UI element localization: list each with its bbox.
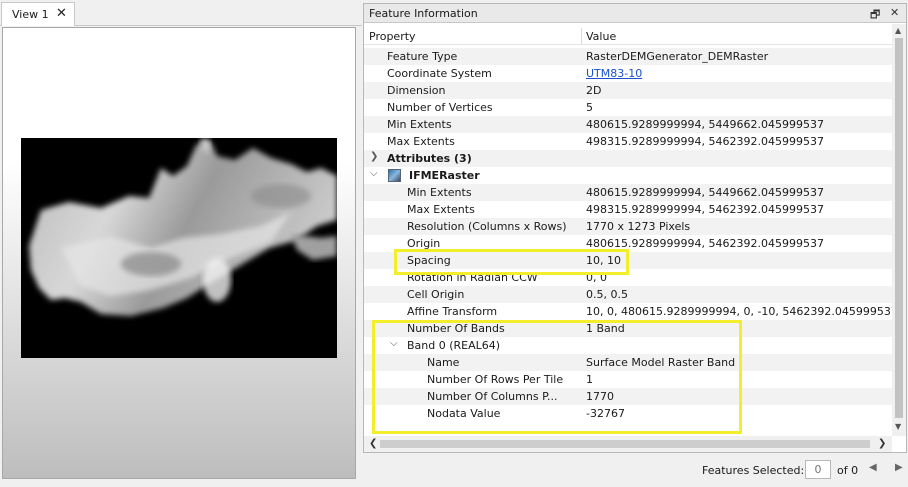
panel-title-bar: Feature Information 🗗 ✕ xyxy=(364,4,906,23)
table-row[interactable]: Max Extents 498315.9289999994, 5462392.0… xyxy=(364,133,892,150)
property-value: 480615.9289999994, 5449662.045999537 xyxy=(586,186,824,199)
features-total: of 0 xyxy=(837,464,859,477)
scroll-left-icon[interactable]: ❮ xyxy=(369,438,377,449)
table-row[interactable]: Dimension 2D xyxy=(364,82,892,99)
table-row[interactable]: Number Of Columns P... 1770 xyxy=(364,388,892,405)
property-value: 0.5, 0.5 xyxy=(586,288,628,301)
horizontal-scrollbar[interactable]: ❮ ❯ xyxy=(364,436,892,452)
property-value: 1770 x 1273 Pixels xyxy=(586,220,691,233)
table-row[interactable]: Cell Origin 0.5, 0.5 xyxy=(364,286,892,303)
property-label: Number Of Bands xyxy=(407,322,505,335)
vertical-scrollbar[interactable]: ▲ ▼ xyxy=(892,24,906,436)
features-selected-input[interactable]: 0 xyxy=(805,460,831,479)
raster-icon xyxy=(388,169,401,182)
property-label: Resolution (Columns x Rows) xyxy=(407,220,567,233)
property-label: Band 0 (REAL64) xyxy=(407,339,501,352)
table-row[interactable]: Coordinate System UTM83-10 xyxy=(364,65,892,82)
property-value: 5 xyxy=(586,101,593,114)
property-value: 1 xyxy=(586,373,593,386)
property-label: Number Of Columns P... xyxy=(427,390,558,403)
tab-label: View 1 xyxy=(12,8,49,21)
table-row[interactable]: Feature Type RasterDEMGenerator_DEMRaste… xyxy=(364,48,892,65)
previous-feature-icon[interactable]: ◀ xyxy=(869,462,877,473)
property-label: Coordinate System xyxy=(387,67,492,80)
table-row[interactable]: Origin 480615.9289999994, 5462392.045999… xyxy=(364,235,892,252)
table-row[interactable]: Rotation in Radian CCW 0, 0 xyxy=(364,269,892,286)
column-divider[interactable] xyxy=(581,28,582,45)
tree-node-attributes[interactable]: ❯ Attributes (3) xyxy=(364,150,892,167)
property-label: Name xyxy=(427,356,460,369)
property-value: 2D xyxy=(586,84,602,97)
chevron-down-icon[interactable]: ⌵ xyxy=(390,338,398,349)
property-value: 480615.9289999994, 5462392.045999537 xyxy=(586,237,824,250)
property-value: RasterDEMGenerator_DEMRaster xyxy=(586,50,769,63)
dem-raster-image xyxy=(21,138,337,358)
restore-icon[interactable]: 🗗 xyxy=(870,6,880,25)
table-row[interactable]: Resolution (Columns x Rows) 1770 x 1273 … xyxy=(364,218,892,235)
property-value: 0, 0 xyxy=(586,271,607,284)
close-icon[interactable]: ✕ xyxy=(56,6,67,21)
table-header: Property Value xyxy=(364,28,892,45)
table-row[interactable]: Max Extents 498315.9289999994, 5462392.0… xyxy=(364,201,892,218)
column-header-property[interactable]: Property xyxy=(369,30,416,43)
table-row[interactable]: Affine Transform 10, 0, 480615.928999999… xyxy=(364,303,898,320)
table-row[interactable]: Nodata Value -32767 xyxy=(364,405,892,422)
property-value: 10, 0, 480615.9289999994, 0, -10, 546239… xyxy=(586,305,898,318)
property-label: Affine Transform xyxy=(407,305,498,318)
status-bar: Features Selected: 0 of 0 ◀ ▶ xyxy=(363,455,908,485)
property-label: Max Extents xyxy=(407,203,475,216)
table-row[interactable]: Number of Vertices 5 xyxy=(364,99,892,116)
map-view[interactable] xyxy=(2,27,356,479)
column-header-value[interactable]: Value xyxy=(586,30,616,43)
chevron-down-icon[interactable]: ⌵ xyxy=(370,168,378,179)
property-label: Min Extents xyxy=(407,186,472,199)
scroll-thumb[interactable] xyxy=(895,38,903,418)
property-label: Attributes (3) xyxy=(387,152,472,165)
property-tree: Feature Type RasterDEMGenerator_DEMRaste… xyxy=(364,48,898,422)
scroll-thumb[interactable] xyxy=(380,440,870,448)
property-label: Number of Vertices xyxy=(387,101,493,114)
property-label: Nodata Value xyxy=(427,407,501,420)
property-value: 498315.9289999994, 5462392.045999537 xyxy=(586,135,824,148)
coordinate-system-link[interactable]: UTM83-10 xyxy=(586,67,642,80)
property-value: -32767 xyxy=(586,407,625,420)
property-value: 1770 xyxy=(586,390,614,403)
close-icon[interactable]: ✕ xyxy=(890,6,899,19)
scroll-down-icon[interactable]: ▼ xyxy=(895,422,901,431)
table-row[interactable]: Min Extents 480615.9289999994, 5449662.0… xyxy=(364,116,892,133)
property-label: Dimension xyxy=(387,84,446,97)
property-label: Number Of Rows Per Tile xyxy=(427,373,564,386)
feature-information-panel: Feature Information 🗗 ✕ Property Value F… xyxy=(363,3,907,453)
table-row[interactable]: Number Of Rows Per Tile 1 xyxy=(364,371,892,388)
property-value: 480615.9289999994, 5449662.045999537 xyxy=(586,118,824,131)
property-label: Rotation in Radian CCW xyxy=(407,271,538,284)
table-row[interactable]: Name Surface Model Raster Band xyxy=(364,354,892,371)
property-label: Min Extents xyxy=(387,118,452,131)
property-label: Max Extents xyxy=(387,135,455,148)
property-value: 10, 10 xyxy=(586,254,621,267)
property-label: IFMERaster xyxy=(409,169,480,182)
property-label: Cell Origin xyxy=(407,288,465,301)
scroll-right-icon[interactable]: ❯ xyxy=(878,438,886,449)
property-label: Spacing xyxy=(407,254,451,267)
scroll-up-icon[interactable]: ▲ xyxy=(895,26,901,35)
view-tab-bar: View 1 ✕ xyxy=(0,0,362,26)
tree-node-band-0[interactable]: ⌵ Band 0 (REAL64) xyxy=(364,337,892,354)
property-label: Feature Type xyxy=(387,50,458,63)
tree-node-ifmeraster[interactable]: ⌵ IFMERaster xyxy=(364,167,892,184)
property-label: Origin xyxy=(407,237,441,250)
property-value: 498315.9289999994, 5462392.045999537 xyxy=(586,203,824,216)
chevron-right-icon[interactable]: ❯ xyxy=(370,151,378,162)
property-value: Surface Model Raster Band xyxy=(586,356,736,369)
table-row[interactable]: Number Of Bands 1 Band xyxy=(364,320,892,337)
tab-view-1[interactable]: View 1 ✕ xyxy=(1,2,75,26)
next-feature-icon[interactable]: ▶ xyxy=(895,462,903,473)
features-selected-label: Features Selected: xyxy=(702,464,805,477)
panel-title: Feature Information xyxy=(369,7,478,20)
property-value: 1 Band xyxy=(586,322,625,335)
table-row[interactable]: Min Extents 480615.9289999994, 5449662.0… xyxy=(364,184,892,201)
table-row[interactable]: Spacing 10, 10 xyxy=(364,252,892,269)
